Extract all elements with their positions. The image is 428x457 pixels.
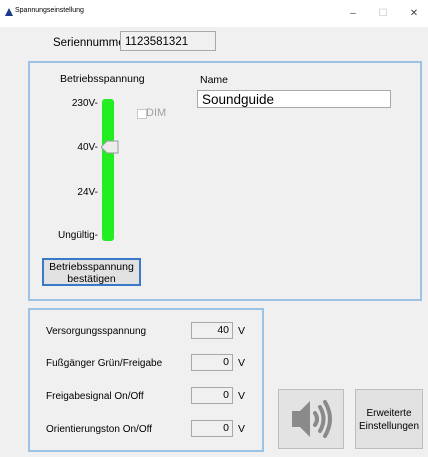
dim-checkbox-label: DIM: [146, 107, 167, 119]
orientation-tone-value: 0: [191, 420, 233, 437]
tick-label-24v: 24V-: [77, 187, 98, 198]
app-triangle-icon: [5, 8, 13, 16]
minimize-button[interactable]: –: [341, 0, 365, 27]
speaker-volume-icon: [292, 400, 332, 438]
orientation-tone-label: Orientierungston On/Off: [46, 424, 152, 435]
voltage-slider-track[interactable]: [102, 99, 114, 241]
tick-label-40v: 40V-: [77, 142, 98, 153]
pedestrian-green-label: Fußgänger Grün/Freigabe: [46, 358, 163, 369]
confirm-operating-voltage-button[interactable]: Betriebsspannung bestätigen: [42, 258, 141, 286]
serial-number-label: Seriennummer: [53, 37, 129, 49]
supply-voltage-value: 40: [191, 322, 233, 339]
pedestrian-green-unit: V: [238, 357, 246, 369]
confirm-button-line-2: bestätigen: [67, 273, 116, 285]
operating-voltage-label: Betriebsspannung: [60, 73, 145, 85]
pedestrian-green-value: 0: [191, 354, 233, 371]
supply-voltage-label: Versorgungsspannung: [46, 326, 147, 337]
advanced-button-line-1: Erweiterte: [366, 408, 412, 419]
tick-label-230v: 230V-: [71, 98, 98, 109]
speaker-button[interactable]: [278, 389, 344, 449]
name-input[interactable]: [197, 90, 391, 108]
advanced-button-line-2: Einstellungen: [358, 421, 420, 432]
title-bar[interactable]: Spannungseinstellung – ☐ ✕: [0, 0, 428, 27]
confirm-button-line-1: Betriebsspannung: [49, 261, 134, 273]
close-button[interactable]: ✕: [402, 0, 426, 27]
maximize-button[interactable]: ☐: [371, 0, 395, 27]
serial-number-field: 1123581321: [120, 31, 216, 51]
release-signal-label: Freigabesignal On/Off: [46, 391, 144, 402]
tick-label-invalid: Ungültig-: [57, 230, 98, 241]
name-label: Name: [200, 74, 229, 86]
supply-voltage-unit: V: [238, 325, 246, 337]
release-signal-unit: V: [238, 390, 246, 402]
window-title: Spannungseinstellung: [15, 7, 84, 14]
release-signal-value: 0: [191, 387, 233, 404]
voltage-slider-thumb[interactable]: [101, 140, 119, 154]
advanced-settings-button[interactable]: Erweiterte Einstellungen: [355, 389, 423, 449]
orientation-tone-unit: V: [238, 423, 246, 435]
